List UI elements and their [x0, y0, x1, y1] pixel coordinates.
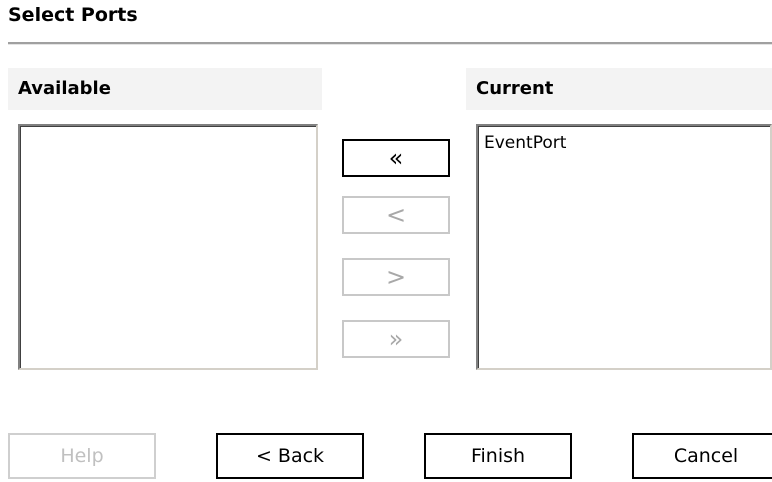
finish-button[interactable]: Finish	[424, 433, 572, 479]
available-listbox[interactable]	[18, 124, 318, 370]
current-list-item[interactable]: EventPort	[478, 126, 770, 153]
add-button[interactable]: >	[342, 258, 450, 296]
title-divider	[8, 42, 772, 45]
dialog-title: Select Ports	[8, 4, 138, 26]
help-button[interactable]: Help	[8, 433, 156, 479]
remove-all-button[interactable]: «	[342, 139, 450, 177]
current-header: Current	[466, 68, 772, 110]
remove-button[interactable]: <	[342, 196, 450, 234]
current-listbox[interactable]: EventPort	[476, 124, 772, 370]
available-header: Available	[8, 68, 322, 110]
back-button[interactable]: < Back	[216, 433, 364, 479]
cancel-button[interactable]: Cancel	[632, 433, 772, 479]
add-all-button[interactable]: »	[342, 320, 450, 358]
